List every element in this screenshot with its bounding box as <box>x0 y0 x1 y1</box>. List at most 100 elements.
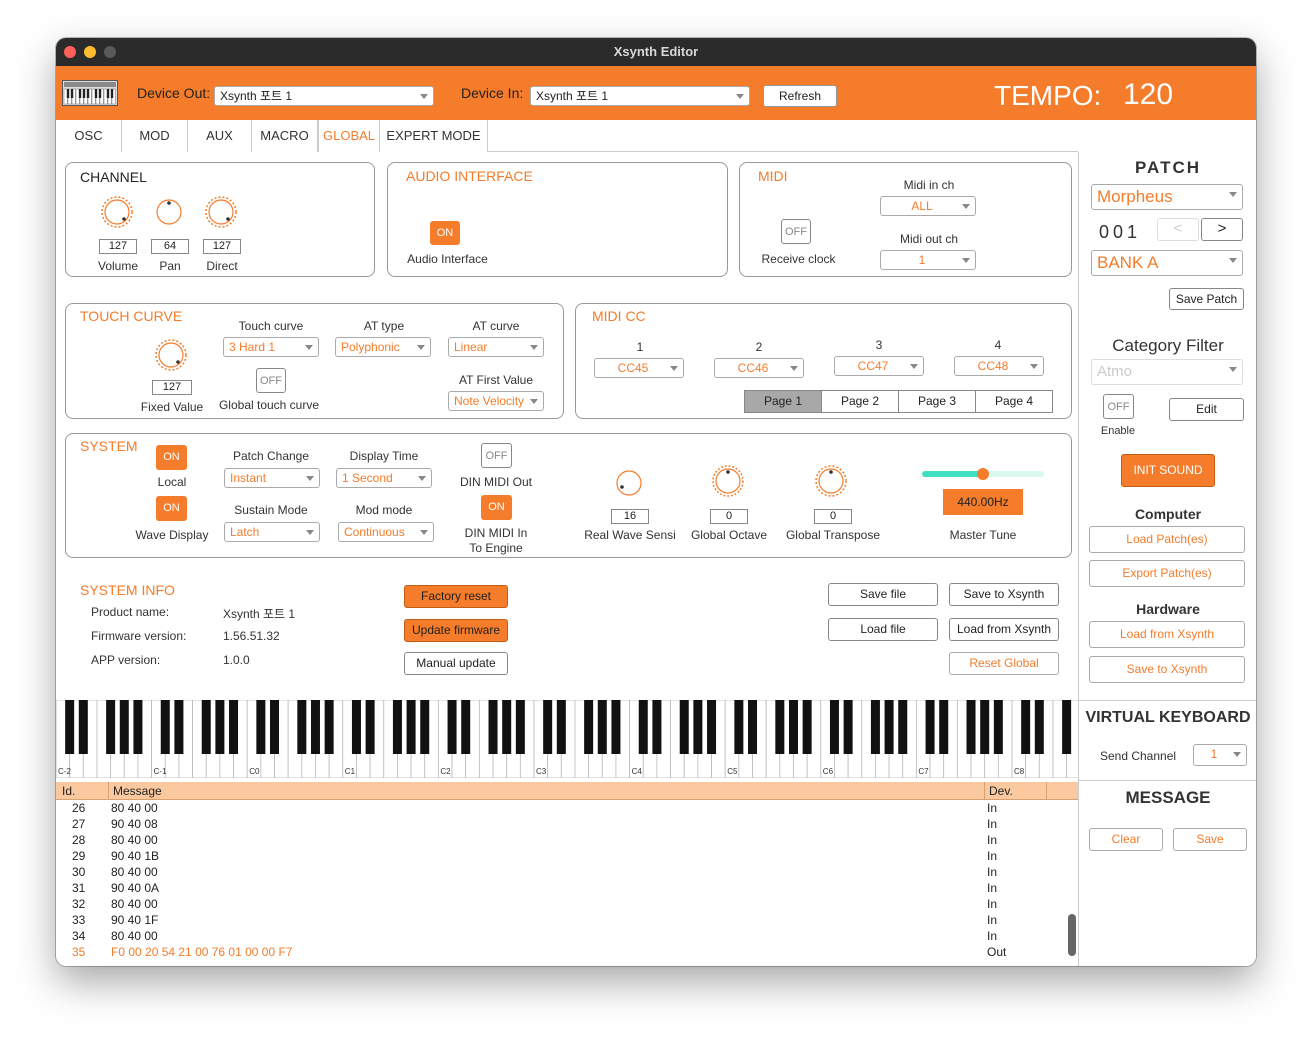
black-key[interactable] <box>1034 700 1044 754</box>
category-edit-button[interactable]: Edit <box>1169 398 1244 421</box>
black-key[interactable] <box>515 700 525 754</box>
black-key[interactable] <box>174 700 184 754</box>
load-from-xsynth-button[interactable]: Load from Xsynth <box>1089 621 1245 648</box>
black-key[interactable] <box>406 700 416 754</box>
black-key[interactable] <box>488 700 498 754</box>
black-key[interactable] <box>925 700 935 754</box>
black-key[interactable] <box>461 700 471 754</box>
real-wave-sensi-value[interactable]: 16 <box>611 509 649 524</box>
global-octave-knob[interactable] <box>711 464 745 498</box>
save-patch-button[interactable]: Save Patch <box>1169 288 1244 310</box>
black-key[interactable] <box>707 700 717 754</box>
minimize-window-button[interactable] <box>84 46 96 58</box>
id-column-header[interactable]: Id. <box>62 784 75 798</box>
black-key[interactable] <box>693 700 703 754</box>
black-key[interactable] <box>584 700 594 754</box>
global-octave-value[interactable]: 0 <box>710 509 748 524</box>
black-key[interactable] <box>324 700 334 754</box>
black-key[interactable] <box>365 700 375 754</box>
message-row[interactable]: 30 80 40 00 In <box>56 864 1066 880</box>
black-key[interactable] <box>829 700 839 754</box>
black-key[interactable] <box>556 700 566 754</box>
receive-clock-toggle[interactable]: OFF <box>781 219 811 244</box>
load-from-xsynth-global-button[interactable]: Load from Xsynth <box>949 618 1059 641</box>
message-column-header[interactable]: Message <box>113 784 162 798</box>
midi-cc-slot-4-select[interactable]: CC48 <box>954 356 1044 376</box>
bank-select[interactable]: BANK A <box>1091 250 1243 276</box>
tab-aux[interactable]: AUX <box>188 120 252 152</box>
black-key[interactable] <box>734 700 744 754</box>
at-curve-select[interactable]: Linear <box>448 337 544 357</box>
factory-reset-button[interactable]: Factory reset <box>404 585 508 608</box>
black-key[interactable] <box>652 700 662 754</box>
black-key[interactable] <box>310 700 320 754</box>
real-wave-sensi-knob[interactable] <box>612 466 646 500</box>
black-key[interactable] <box>939 700 949 754</box>
message-row[interactable]: 26 80 40 00 In <box>56 800 1066 816</box>
export-patches-button[interactable]: Export Patch(es) <box>1089 560 1245 587</box>
device-in-select[interactable]: Xsynth 포트 1 <box>530 86 750 106</box>
dev-column-header[interactable]: Dev. <box>989 784 1013 798</box>
global-touch-curve-toggle[interactable]: OFF <box>256 368 286 393</box>
message-row[interactable]: 34 80 40 00 In <box>56 928 1066 944</box>
wave-display-toggle[interactable]: ON <box>156 496 187 521</box>
midi-cc-slot-3-select[interactable]: CC47 <box>834 356 924 376</box>
page-1-button[interactable]: Page 1 <box>745 391 822 412</box>
black-key[interactable] <box>679 700 689 754</box>
clear-messages-button[interactable]: Clear <box>1089 828 1163 851</box>
sustain-mode-select[interactable]: Latch <box>224 522 320 542</box>
tab-expert-mode[interactable]: EXPERT MODE <box>380 120 488 152</box>
master-tune-slider[interactable] <box>922 468 1044 480</box>
black-key[interactable] <box>802 700 812 754</box>
din-midi-out-toggle[interactable]: OFF <box>481 443 512 468</box>
black-key[interactable] <box>980 700 990 754</box>
message-row[interactable]: 35 F0 00 20 54 21 00 76 01 00 00 F7 Out <box>56 944 1066 960</box>
black-key[interactable] <box>993 700 1003 754</box>
black-key[interactable] <box>215 700 225 754</box>
load-patches-button[interactable]: Load Patch(es) <box>1089 526 1245 553</box>
save-to-xsynth-global-button[interactable]: Save to Xsynth <box>949 583 1059 606</box>
patch-change-select[interactable]: Instant <box>224 468 320 488</box>
volume-value[interactable]: 127 <box>99 239 137 254</box>
black-key[interactable] <box>611 700 621 754</box>
black-key[interactable] <box>447 700 457 754</box>
audio-interface-toggle[interactable]: ON <box>430 221 460 245</box>
fixed-value-knob[interactable] <box>154 338 188 372</box>
black-key[interactable] <box>106 700 116 754</box>
message-row[interactable]: 32 80 40 00 In <box>56 896 1066 912</box>
load-file-button[interactable]: Load file <box>828 618 938 641</box>
black-key[interactable] <box>160 700 170 754</box>
black-key[interactable] <box>638 700 648 754</box>
black-key[interactable] <box>351 700 361 754</box>
tab-mod[interactable]: MOD <box>122 120 188 152</box>
midi-out-select[interactable]: 1 <box>880 250 976 270</box>
black-key[interactable] <box>297 700 307 754</box>
save-file-button[interactable]: Save file <box>828 583 938 606</box>
patch-name-select[interactable]: Morpheus <box>1091 184 1243 210</box>
pan-knob[interactable] <box>152 195 186 229</box>
zoom-window-button[interactable] <box>104 46 116 58</box>
message-row[interactable]: 28 80 40 00 In <box>56 832 1066 848</box>
black-key[interactable] <box>256 700 266 754</box>
next-patch-button[interactable]: > <box>1201 218 1243 241</box>
black-key[interactable] <box>1021 700 1031 754</box>
direct-value[interactable]: 127 <box>203 239 241 254</box>
update-firmware-button[interactable]: Update firmware <box>404 619 508 642</box>
page-3-button[interactable]: Page 3 <box>899 391 976 412</box>
black-key[interactable] <box>502 700 512 754</box>
global-transpose-value[interactable]: 0 <box>814 509 852 524</box>
manual-update-button[interactable]: Manual update <box>404 652 508 675</box>
save-messages-button[interactable]: Save <box>1173 828 1247 851</box>
volume-knob[interactable] <box>100 195 134 229</box>
black-key[interactable] <box>748 700 758 754</box>
page-4-button[interactable]: Page 4 <box>976 391 1052 412</box>
black-key[interactable] <box>843 700 853 754</box>
black-key[interactable] <box>788 700 798 754</box>
category-select[interactable]: Atmo <box>1091 359 1243 385</box>
black-key[interactable] <box>392 700 402 754</box>
message-row[interactable]: 31 90 40 0A In <box>56 880 1066 896</box>
display-time-select[interactable]: 1 Second <box>336 468 432 488</box>
midi-in-select[interactable]: ALL <box>880 196 976 216</box>
tab-osc[interactable]: OSC <box>56 120 122 152</box>
black-key[interactable] <box>229 700 239 754</box>
